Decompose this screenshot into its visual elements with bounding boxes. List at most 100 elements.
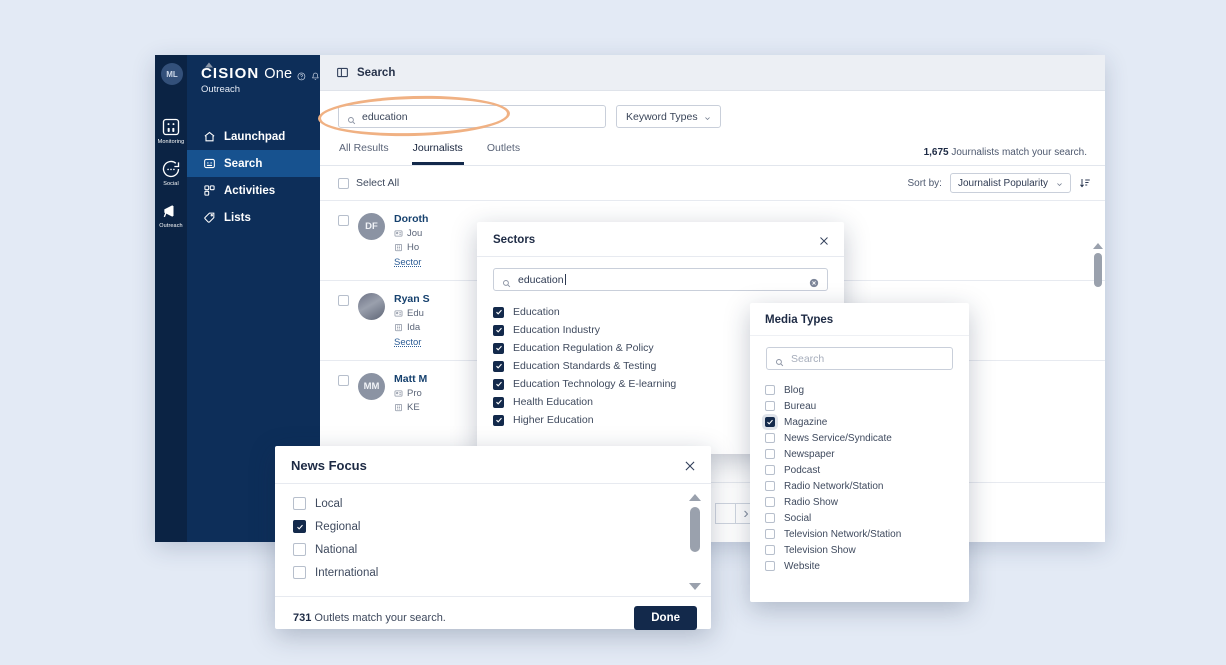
tools-row: Select All Sort by: Journalist Popularit…: [320, 166, 1105, 201]
row-checkbox[interactable]: [338, 215, 349, 226]
checkbox[interactable]: [765, 465, 775, 475]
select-all-control[interactable]: Select All: [338, 177, 399, 189]
journalist-outlet-text: KE: [407, 402, 420, 413]
checkbox[interactable]: [493, 414, 504, 426]
news-focus-option-regional[interactable]: Regional: [275, 515, 711, 538]
sidebar-item-search[interactable]: Search: [187, 150, 320, 177]
match-count-number: 1,675: [923, 147, 949, 158]
rail-item-social[interactable]: Social: [155, 159, 187, 187]
checkbox[interactable]: [293, 566, 306, 579]
tab-outlets[interactable]: Outlets: [486, 138, 521, 165]
media-type-option-podcast[interactable]: Podcast: [750, 462, 969, 478]
checkbox[interactable]: [765, 497, 775, 507]
checkbox[interactable]: [765, 449, 775, 459]
row-checkbox[interactable]: [338, 375, 349, 386]
media-types-search-input[interactable]: Search: [766, 347, 953, 370]
news-focus-option-national[interactable]: National: [275, 538, 711, 561]
media-type-option-bureau[interactable]: Bureau: [750, 398, 969, 414]
sidebar-collapse-icon[interactable]: [203, 58, 215, 70]
news-focus-option-international[interactable]: International: [275, 561, 711, 584]
sidebar-nav: Launchpad Search Activities Lists: [187, 123, 320, 231]
journalist-role-text: Jou: [407, 228, 423, 239]
checkbox[interactable]: [765, 481, 775, 491]
option-label: Social: [784, 512, 812, 524]
scrollbar-thumb[interactable]: [1093, 253, 1102, 287]
media-type-option-radio-network-station[interactable]: Radio Network/Station: [750, 478, 969, 494]
news-focus-footer: 731 Outlets match your search. Done: [275, 596, 711, 639]
checkbox[interactable]: [293, 520, 306, 533]
select-all-label: Select All: [356, 177, 400, 189]
results-scrollbar[interactable]: [1093, 243, 1103, 542]
bell-icon[interactable]: [311, 68, 320, 81]
media-type-option-radio-show[interactable]: Radio Show: [750, 494, 969, 510]
screenshot-stage: ML Monitoring Social Outreach CISION One…: [0, 0, 1226, 665]
sort-by-dropdown[interactable]: Journalist Popularity: [949, 173, 1071, 193]
close-icon[interactable]: [818, 234, 830, 246]
checkbox[interactable]: [293, 543, 306, 556]
media-type-option-magazine[interactable]: Magazine: [750, 414, 969, 430]
checkbox[interactable]: [493, 324, 504, 336]
scroll-up-arrow-icon[interactable]: [1093, 243, 1103, 249]
clear-circle-icon[interactable]: [809, 275, 819, 287]
sidebar-item-activities[interactable]: Activities: [187, 177, 320, 204]
option-label: International: [315, 566, 379, 579]
row-checkbox[interactable]: [338, 295, 349, 306]
news-focus-scrollbar[interactable]: [689, 494, 701, 590]
checkbox[interactable]: [765, 433, 775, 443]
scroll-down-arrow-icon[interactable]: [689, 583, 701, 590]
media-types-option-list: Blog Bureau Magazine News Service/Syndic…: [750, 378, 969, 580]
checkbox[interactable]: [293, 497, 306, 510]
chevron-down-icon: [1056, 180, 1063, 187]
option-label: Local: [315, 497, 343, 510]
rail-item-monitoring[interactable]: Monitoring: [155, 117, 187, 145]
checkbox[interactable]: [765, 545, 775, 555]
rail-label-outreach: Outreach: [159, 223, 183, 229]
media-type-option-newspaper[interactable]: Newspaper: [750, 446, 969, 462]
user-avatar[interactable]: ML: [161, 63, 183, 85]
sectors-search-input[interactable]: education: [493, 268, 828, 291]
option-label: Radio Show: [784, 496, 838, 508]
news-focus-option-local[interactable]: Local: [275, 492, 711, 515]
sidebar-item-lists[interactable]: Lists: [187, 204, 320, 231]
option-label: News Service/Syndicate: [784, 432, 892, 444]
sort-descending-icon[interactable]: [1079, 177, 1091, 189]
checkbox[interactable]: [765, 561, 775, 571]
sidebar-item-launchpad[interactable]: Launchpad: [187, 123, 320, 150]
media-type-option-news-service-syndicate[interactable]: News Service/Syndicate: [750, 430, 969, 446]
rail-item-outreach[interactable]: Outreach: [155, 201, 187, 229]
page-prev-button[interactable]: [715, 503, 736, 524]
sectors-link[interactable]: Sector: [394, 257, 421, 268]
checkbox[interactable]: [493, 342, 504, 354]
row-metrics: [841, 213, 1091, 268]
checkbox[interactable]: [765, 417, 775, 427]
sidebar-label-activities: Activities: [224, 184, 276, 197]
checkbox[interactable]: [765, 385, 775, 395]
panel-layout-icon: [336, 66, 349, 79]
done-button[interactable]: Done: [634, 606, 697, 630]
media-type-option-social[interactable]: Social: [750, 510, 969, 526]
checkbox[interactable]: [493, 360, 504, 372]
media-type-option-television-show[interactable]: Television Show: [750, 542, 969, 558]
sectors-link[interactable]: Sector: [394, 337, 421, 348]
checkbox[interactable]: [493, 396, 504, 408]
checkbox[interactable]: [765, 529, 775, 539]
checkbox[interactable]: [765, 513, 775, 523]
scroll-up-arrow-icon[interactable]: [689, 494, 701, 501]
tab-journalists[interactable]: Journalists: [411, 138, 464, 165]
close-icon[interactable]: [683, 459, 697, 473]
tab-all-results[interactable]: All Results: [338, 138, 390, 165]
media-type-option-television-network-station[interactable]: Television Network/Station: [750, 526, 969, 542]
option-label: Education Standards & Testing: [513, 360, 657, 372]
search-input[interactable]: education: [338, 105, 606, 128]
checkbox[interactable]: [493, 378, 504, 390]
checkbox[interactable]: [765, 401, 775, 411]
media-type-option-website[interactable]: Website: [750, 558, 969, 574]
checkbox[interactable]: [493, 306, 504, 318]
option-label: Higher Education: [513, 414, 594, 426]
keyword-types-dropdown[interactable]: Keyword Types: [616, 105, 721, 128]
scrollbar-thumb[interactable]: [690, 507, 700, 552]
chevron-down-icon: [704, 113, 711, 121]
media-type-option-blog[interactable]: Blog: [750, 382, 969, 398]
help-circle-icon[interactable]: [297, 68, 306, 81]
select-all-checkbox[interactable]: [338, 177, 349, 189]
